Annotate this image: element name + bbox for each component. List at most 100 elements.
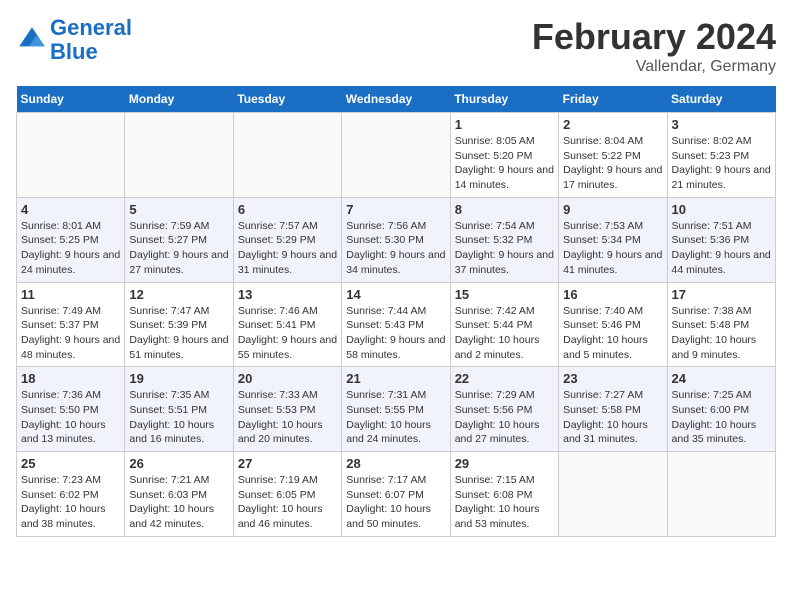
day-number: 22 [455,371,554,386]
day-info: Sunrise: 7:46 AMSunset: 5:41 PMDaylight:… [238,304,337,363]
logo-line2: Blue [50,39,98,64]
day-number: 21 [346,371,445,386]
calendar-cell: 4Sunrise: 8:01 AMSunset: 5:25 PMDaylight… [17,197,125,282]
calendar-cell: 5Sunrise: 7:59 AMSunset: 5:27 PMDaylight… [125,197,233,282]
calendar-cell: 18 Sunrise: 7:36 AMSunset: 5:50 PMDayligh… [17,367,125,452]
day-number: 6 [238,202,337,217]
day-number: 27 [238,456,337,471]
calendar-cell: 17Sunrise: 7:38 AMSunset: 5:48 PMDayligh… [667,282,775,367]
calendar-cell: 29 Sunrise: 7:15 AMSunset: 6:08 PMDayligh… [450,452,558,537]
calendar-cell: 14 Sunrise: 7:44 AMSunset: 5:43 PMDayligh… [342,282,450,367]
logo-icon [16,24,48,56]
calendar-cell: 12 Sunrise: 7:47 AMSunset: 5:39 PMDayligh… [125,282,233,367]
calendar-week-5: 25Sunrise: 7:23 AMSunset: 6:02 PMDayligh… [17,452,776,537]
day-info: Sunrise: 7:47 AMSunset: 5:39 PMDaylight:… [129,304,228,363]
day-info: Sunrise: 7:51 AMSunset: 5:36 PMDaylight:… [672,219,771,278]
calendar-cell: 15 Sunrise: 7:42 AMSunset: 5:44 PMDayligh… [450,282,558,367]
weekday-header-sunday: Sunday [17,86,125,113]
calendar-cell: 1 Sunrise: 8:05 AMSunset: 5:20 PMDaylight… [450,113,558,198]
day-number: 29 [455,456,554,471]
calendar-cell: 21 Sunrise: 7:31 AMSunset: 5:55 PMDayligh… [342,367,450,452]
day-info: Sunrise: 7:17 AMSunset: 6:07 PMDaylight:… [346,473,445,532]
weekday-header-friday: Friday [559,86,667,113]
day-number: 15 [455,287,554,302]
calendar-table: SundayMondayTuesdayWednesdayThursdayFrid… [16,86,776,537]
calendar-cell: 3 Sunrise: 8:02 AMSunset: 5:23 PMDaylight… [667,113,775,198]
calendar-cell: 25Sunrise: 7:23 AMSunset: 6:02 PMDayligh… [17,452,125,537]
main-title: February 2024 [532,16,776,58]
calendar-cell: 26Sunrise: 7:21 AMSunset: 6:03 PMDayligh… [125,452,233,537]
calendar-cell: 9Sunrise: 7:53 AMSunset: 5:34 PMDaylight… [559,197,667,282]
day-info: Sunrise: 7:44 AMSunset: 5:43 PMDaylight:… [346,304,445,363]
calendar-cell: 8Sunrise: 7:54 AMSunset: 5:32 PMDaylight… [450,197,558,282]
day-info: Sunrise: 7:31 AMSunset: 5:55 PMDaylight:… [346,388,445,447]
day-info: Sunrise: 7:36 AMSunset: 5:50 PMDaylight:… [21,388,120,447]
day-info: Sunrise: 7:49 AMSunset: 5:37 PMDaylight:… [21,304,120,363]
weekday-header-saturday: Saturday [667,86,775,113]
calendar-week-2: 4Sunrise: 8:01 AMSunset: 5:25 PMDaylight… [17,197,776,282]
calendar-cell: 23 Sunrise: 7:27 AMSunset: 5:58 PMDayligh… [559,367,667,452]
calendar-cell: 19 Sunrise: 7:35 AMSunset: 5:51 PMDayligh… [125,367,233,452]
calendar-cell: 27Sunrise: 7:19 AMSunset: 6:05 PMDayligh… [233,452,341,537]
logo-text: General Blue [50,16,132,64]
day-number: 7 [346,202,445,217]
day-number: 23 [563,371,662,386]
weekday-header-monday: Monday [125,86,233,113]
day-number: 28 [346,456,445,471]
calendar-week-3: 11 Sunrise: 7:49 AMSunset: 5:37 PMDayligh… [17,282,776,367]
day-info: Sunrise: 7:42 AMSunset: 5:44 PMDaylight:… [455,304,554,363]
day-number: 13 [238,287,337,302]
calendar-cell: 24 Sunrise: 7:25 AMSunset: 6:00 PMDayligh… [667,367,775,452]
subtitle: Vallendar, Germany [532,58,776,76]
day-number: 24 [672,371,771,386]
day-info: Sunrise: 7:29 AMSunset: 5:56 PMDaylight:… [455,388,554,447]
day-number: 10 [672,202,771,217]
day-number: 12 [129,287,228,302]
calendar-cell [125,113,233,198]
day-number: 19 [129,371,228,386]
weekday-header-wednesday: Wednesday [342,86,450,113]
day-number: 3 [672,117,771,132]
day-number: 18 [21,371,120,386]
calendar-cell: 6 Sunrise: 7:57 AMSunset: 5:29 PMDaylight… [233,197,341,282]
day-number: 4 [21,202,120,217]
day-number: 11 [21,287,120,302]
day-info: Sunrise: 7:40 AMSunset: 5:46 PMDaylight:… [563,304,662,363]
day-info: Sunrise: 7:38 AMSunset: 5:48 PMDaylight:… [672,304,771,363]
day-info: Sunrise: 8:04 AMSunset: 5:22 PMDaylight:… [563,134,662,193]
logo: General Blue [16,16,132,64]
day-number: 16 [563,287,662,302]
day-info: Sunrise: 7:35 AMSunset: 5:51 PMDaylight:… [129,388,228,447]
header: General Blue February 2024 Vallendar, Ge… [16,16,776,76]
calendar-week-4: 18 Sunrise: 7:36 AMSunset: 5:50 PMDayligh… [17,367,776,452]
day-info: Sunrise: 8:05 AMSunset: 5:20 PMDaylight:… [455,134,554,193]
calendar-cell [17,113,125,198]
day-number: 8 [455,202,554,217]
calendar-body: 1 Sunrise: 8:05 AMSunset: 5:20 PMDaylight… [17,113,776,537]
day-info: Sunrise: 7:56 AMSunset: 5:30 PMDaylight:… [346,219,445,278]
day-info: Sunrise: 8:02 AMSunset: 5:23 PMDaylight:… [672,134,771,193]
day-info: Sunrise: 7:27 AMSunset: 5:58 PMDaylight:… [563,388,662,447]
day-info: Sunrise: 7:59 AMSunset: 5:27 PMDaylight:… [129,219,228,278]
calendar-cell [559,452,667,537]
calendar-cell: 2Sunrise: 8:04 AMSunset: 5:22 PMDaylight… [559,113,667,198]
calendar-cell [342,113,450,198]
calendar-cell: 13 Sunrise: 7:46 AMSunset: 5:41 PMDayligh… [233,282,341,367]
day-info: Sunrise: 7:57 AMSunset: 5:29 PMDaylight:… [238,219,337,278]
day-info: Sunrise: 7:15 AMSunset: 6:08 PMDaylight:… [455,473,554,532]
day-info: Sunrise: 7:33 AMSunset: 5:53 PMDaylight:… [238,388,337,447]
calendar-cell: 20Sunrise: 7:33 AMSunset: 5:53 PMDayligh… [233,367,341,452]
weekday-header-row: SundayMondayTuesdayWednesdayThursdayFrid… [17,86,776,113]
calendar-cell: 11 Sunrise: 7:49 AMSunset: 5:37 PMDayligh… [17,282,125,367]
day-number: 1 [455,117,554,132]
day-number: 14 [346,287,445,302]
title-area: February 2024 Vallendar, Germany [532,16,776,76]
calendar-cell [667,452,775,537]
logo-line1: General [50,15,132,40]
day-info: Sunrise: 7:25 AMSunset: 6:00 PMDaylight:… [672,388,771,447]
calendar-cell: 22 Sunrise: 7:29 AMSunset: 5:56 PMDayligh… [450,367,558,452]
calendar-week-1: 1 Sunrise: 8:05 AMSunset: 5:20 PMDaylight… [17,113,776,198]
calendar-cell [233,113,341,198]
calendar-cell: 10 Sunrise: 7:51 AMSunset: 5:36 PMDayligh… [667,197,775,282]
calendar-cell: 28 Sunrise: 7:17 AMSunset: 6:07 PMDayligh… [342,452,450,537]
